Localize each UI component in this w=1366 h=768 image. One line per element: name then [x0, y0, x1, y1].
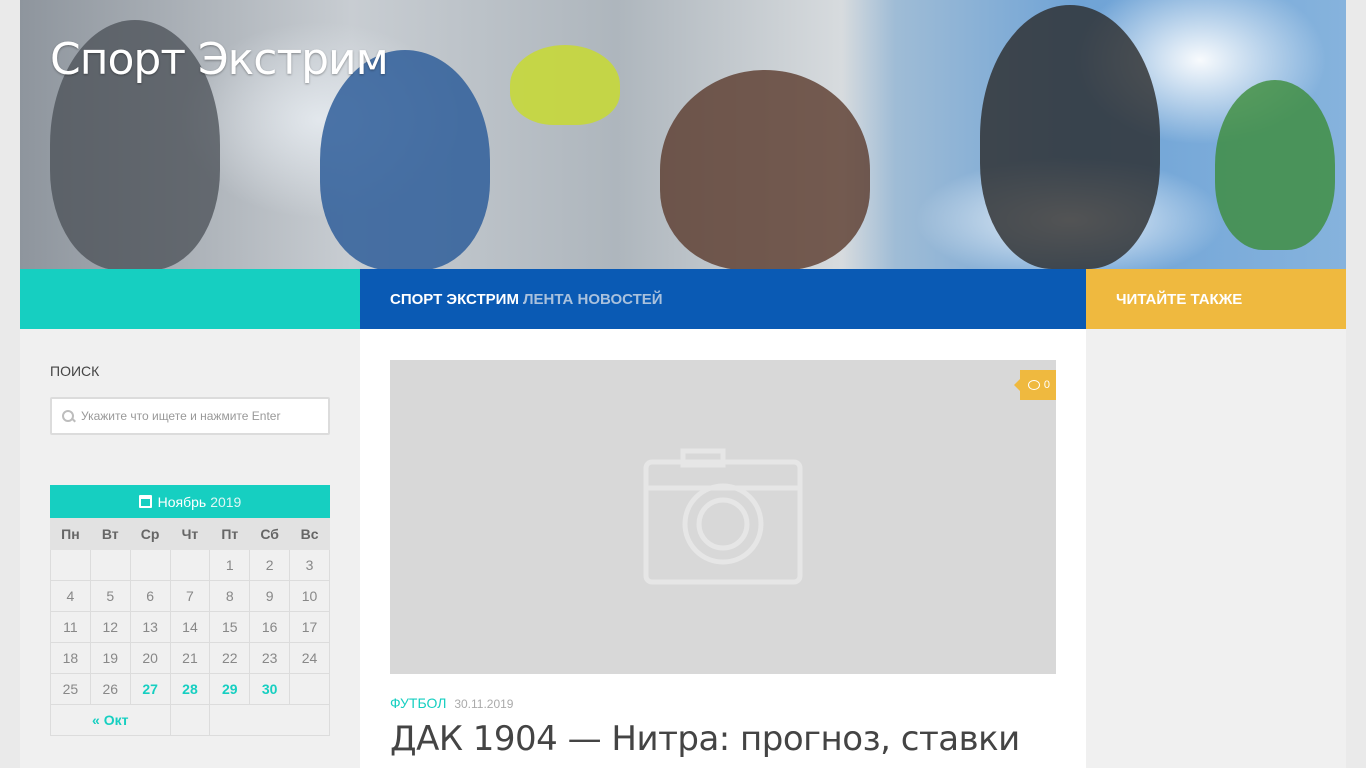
calendar-day: 6 [129, 580, 171, 612]
site-title[interactable]: Спорт Экстрим [50, 34, 389, 85]
calendar-day: 23 [249, 642, 291, 674]
calendar-weekday: Ср [129, 518, 171, 550]
calendar-day[interactable]: 30 [249, 673, 291, 705]
snowboarder-figure [660, 70, 870, 269]
calendar-day: 24 [289, 642, 330, 674]
post-thumbnail-placeholder[interactable]: 0 [390, 360, 1056, 674]
post-meta: ФУТБОЛ 30.11.2019 [390, 695, 513, 711]
nav-left-block [20, 269, 360, 329]
post-category-link[interactable]: ФУТБОЛ [390, 695, 446, 711]
calendar-footer-pad [169, 704, 211, 736]
read-also-heading: ЧИТАЙТЕ ТАКЖЕ [1086, 269, 1346, 329]
nav-item-news-feed[interactable]: ЛЕНТА НОВОСТЕЙ [523, 291, 663, 308]
calendar-day: 26 [89, 673, 131, 705]
motocross-rider-figure [980, 5, 1160, 269]
comment-count-badge[interactable]: 0 [1013, 370, 1056, 400]
calendar-day: 2 [249, 549, 291, 581]
calendar-week-row: 4 5 6 7 8 9 10 [50, 580, 330, 612]
main-content: 0 ФУТБОЛ 30.11.2019 ДАК 1904 — Нитра: пр… [360, 329, 1086, 768]
calendar-day: 22 [209, 642, 251, 674]
calendar-week-row: 123 [50, 549, 330, 581]
post-title-link[interactable]: ДАК 1904 — Нитра: прогноз, ставки [390, 719, 1020, 759]
calendar-day: 16 [249, 611, 291, 643]
calendar-day-empty [50, 549, 91, 581]
calendar-day-empty [89, 549, 131, 581]
calendar-day: 25 [50, 673, 91, 705]
calendar-week-row: 11 12 13 14 15 16 17 [50, 611, 330, 643]
calendar-day-empty [129, 549, 171, 581]
calendar-day: 18 [50, 642, 91, 674]
calendar-day: 7 [169, 580, 211, 612]
motocross-green-figure [1215, 80, 1335, 250]
calendar-day: 9 [249, 580, 291, 612]
calendar-day: 8 [209, 580, 251, 612]
comment-count: 0 [1043, 379, 1050, 391]
calendar-day: 14 [169, 611, 211, 643]
calendar-table: Пн Вт Ср Чт Пт Сб Вс 1 2 3 4 5 6 7 8 9 10 11 12 13 14 15 16 17… [50, 518, 330, 736]
post-date: 30.11.2019 [454, 697, 514, 711]
calendar-day[interactable]: 29 [209, 673, 251, 705]
calendar-day-empty [289, 673, 330, 705]
calendar-next-month-empty [209, 704, 330, 736]
calendar-weekday: Пн [50, 518, 91, 550]
calendar-icon [138, 495, 152, 508]
calendar-day: 3 [289, 549, 330, 581]
calendar-week-row: 18 19 20 21 22 23 24 [50, 642, 330, 674]
calendar-weekday: Пт [209, 518, 251, 550]
calendar-day-empty [169, 549, 211, 581]
calendar-week-row: 25 26 27 28 29 30 [50, 673, 330, 705]
calendar-day: 20 [129, 642, 171, 674]
calendar-day[interactable]: 27 [129, 673, 171, 705]
calendar-weekday: Чт [169, 518, 211, 550]
calendar-weekday: Сб [249, 518, 291, 550]
calendar-day: 12 [89, 611, 131, 643]
left-sidebar: ПОИСК Ноябрь 2019 ПнВтСрЧтПтСбВс 1234567… [20, 329, 360, 768]
calendar-day: 15 [209, 611, 251, 643]
calendar-day: 4 [50, 580, 91, 612]
right-sidebar [1086, 329, 1346, 768]
calendar-day: 13 [129, 611, 171, 643]
calendar-day: 11 [50, 611, 91, 643]
calendar-day[interactable]: 28 [169, 673, 211, 705]
calendar-day: 10 [289, 580, 330, 612]
calendar-day: 19 [89, 642, 131, 674]
wingsuit-figure [510, 45, 620, 125]
nav-item-sport-extreme[interactable]: СПОРТ ЭКСТРИМ [390, 291, 519, 308]
comment-icon [1027, 380, 1040, 390]
calendar-month: Ноябрь [157, 493, 207, 510]
main-nav: СПОРТ ЭКСТРИМ ЛЕНТА НОВОСТЕЙ [360, 269, 1086, 329]
camera-icon [643, 448, 803, 585]
calendar-caption: Ноябрь 2019 [50, 485, 330, 518]
search-box[interactable] [50, 397, 330, 435]
calendar-day: 5 [89, 580, 131, 612]
search-widget-title: ПОИСК [50, 363, 100, 379]
calendar-prev-month-link[interactable]: « Окт [50, 704, 171, 736]
calendar-weekday: Вс [289, 518, 330, 550]
search-input[interactable] [81, 409, 321, 423]
calendar-day: 21 [169, 642, 211, 674]
calendar-widget: Ноябрь 2019 Пн Вт Ср Чт Пт Сб Вс 1 2 3 4 5 6 7 8 9 10 11… [50, 485, 330, 736]
search-icon [62, 409, 75, 423]
calendar-weekday: Вт [89, 518, 131, 550]
calendar-day: 1 [209, 549, 251, 581]
calendar-day: 17 [289, 611, 330, 643]
calendar-year: 2019 [210, 493, 242, 510]
